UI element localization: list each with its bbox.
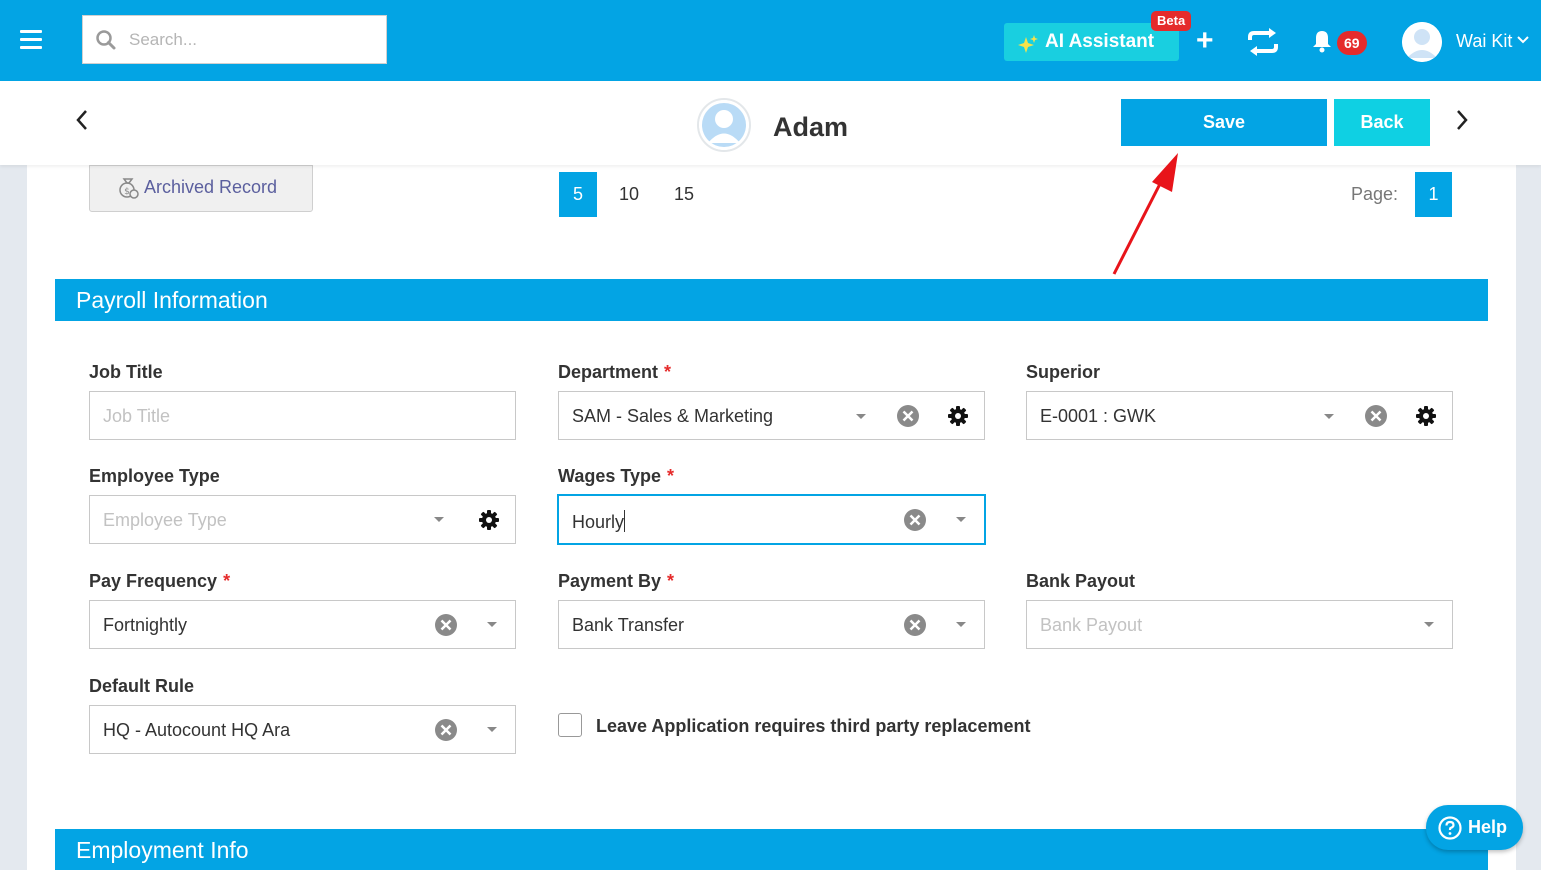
notification-count-badge: 69 [1337,31,1367,55]
job-title-input[interactable]: Job Title [89,391,516,440]
job-title-label: Job Title [89,362,163,382]
chevron-right-icon[interactable] [1452,107,1472,133]
svg-text:$: $ [124,187,130,197]
back-button[interactable]: Back [1334,99,1430,146]
archived-record-button[interactable]: $ Archived Record [89,165,313,212]
gear-icon[interactable] [1415,405,1437,427]
help-label: Help [1468,817,1508,837]
payment-by-value: Bank Transfer [572,615,685,635]
superior-label: Superior [1026,362,1101,382]
chevron-left-icon[interactable] [72,107,92,133]
record-header: Adam Save Back [0,81,1541,165]
superior-value: E-0001 : GWK [1040,406,1157,426]
caret-down-icon[interactable] [487,727,497,732]
leave-replacement-checkbox[interactable] [558,713,582,737]
caret-down-icon[interactable] [856,414,866,419]
user-avatar-icon[interactable] [1402,22,1442,62]
caret-down-icon[interactable] [1424,622,1434,627]
top-navbar: AI Assistant Beta + 69 Wai Kit [0,0,1541,81]
payment-by-select[interactable]: Bank Transfer [558,600,985,649]
leave-replacement-label[interactable]: Leave Application requires third party r… [596,716,1030,737]
page-size-5[interactable]: 5 [559,172,597,217]
pay-frequency-label: Pay Frequency * [89,571,231,591]
ai-assistant-label: AI Assistant [1045,31,1155,52]
superior-select[interactable]: E-0001 : GWK [1026,391,1453,440]
beta-badge: Beta [1151,11,1192,31]
bell-icon[interactable] [1311,29,1333,53]
caret-down-icon[interactable] [434,517,444,522]
current-page-button[interactable]: 1 [1415,172,1452,217]
help-circle-icon [1438,816,1462,840]
chevron-down-icon[interactable] [1517,36,1529,44]
page-size-10[interactable]: 10 [610,172,648,217]
caret-down-icon[interactable] [956,517,966,522]
payroll-section-header[interactable]: Payroll Information [55,279,1488,321]
record-name: Adam [773,112,849,142]
default-rule-value: HQ - Autocount HQ Ara [103,720,291,740]
caret-down-icon[interactable] [1324,414,1334,419]
search-box[interactable] [82,15,387,64]
save-button[interactable]: Save [1121,99,1327,146]
default-rule-label: Default Rule [89,676,195,696]
plus-icon[interactable]: + [1196,24,1214,58]
gear-icon[interactable] [947,405,969,427]
employee-type-select[interactable]: Employee Type [89,495,516,544]
search-icon [96,30,116,50]
money-bag-icon: $ [119,178,139,199]
clear-icon[interactable] [1364,404,1388,428]
user-name[interactable]: Wai Kit [1456,31,1512,52]
search-input[interactable] [129,24,374,56]
pay-frequency-value: Fortnightly [103,615,188,635]
archived-record-label: Archived Record [144,177,278,197]
wages-type-label: Wages Type * [558,466,675,486]
gear-icon[interactable] [478,509,500,531]
bank-payout-select[interactable]: Bank Payout [1026,600,1453,649]
bank-payout-label: Bank Payout [1026,571,1136,591]
caret-down-icon[interactable] [487,622,497,627]
employment-section-header[interactable]: Employment Info [55,829,1488,870]
clear-icon[interactable] [903,613,927,637]
clear-icon[interactable] [896,404,920,428]
payment-by-label: Payment By * [558,571,675,591]
department-label: Department * [558,362,672,382]
employee-type-label: Employee Type [89,466,220,486]
page-size-15[interactable]: 15 [665,172,703,217]
caret-down-icon[interactable] [956,622,966,627]
sync-icon[interactable] [1245,27,1281,57]
menu-icon[interactable] [20,30,42,50]
page-label: Page: [1351,184,1399,204]
employee-type-placeholder: Employee Type [103,510,227,530]
clear-icon[interactable] [434,718,458,742]
sparkle-icon [1018,35,1038,53]
wages-type-value: Hourly [572,510,626,532]
department-select[interactable]: SAM - Sales & Marketing [558,391,985,440]
help-button[interactable]: Help [1426,805,1523,850]
default-rule-select[interactable]: HQ - Autocount HQ Ara [89,705,516,754]
job-title-placeholder: Job Title [103,406,171,426]
wages-type-select[interactable]: Hourly [557,494,986,545]
bank-payout-placeholder: Bank Payout [1040,615,1143,635]
clear-icon[interactable] [903,508,927,532]
pay-frequency-select[interactable]: Fortnightly [89,600,516,649]
clear-icon[interactable] [434,613,458,637]
record-avatar [697,98,751,152]
department-value: SAM - Sales & Marketing [572,406,774,426]
